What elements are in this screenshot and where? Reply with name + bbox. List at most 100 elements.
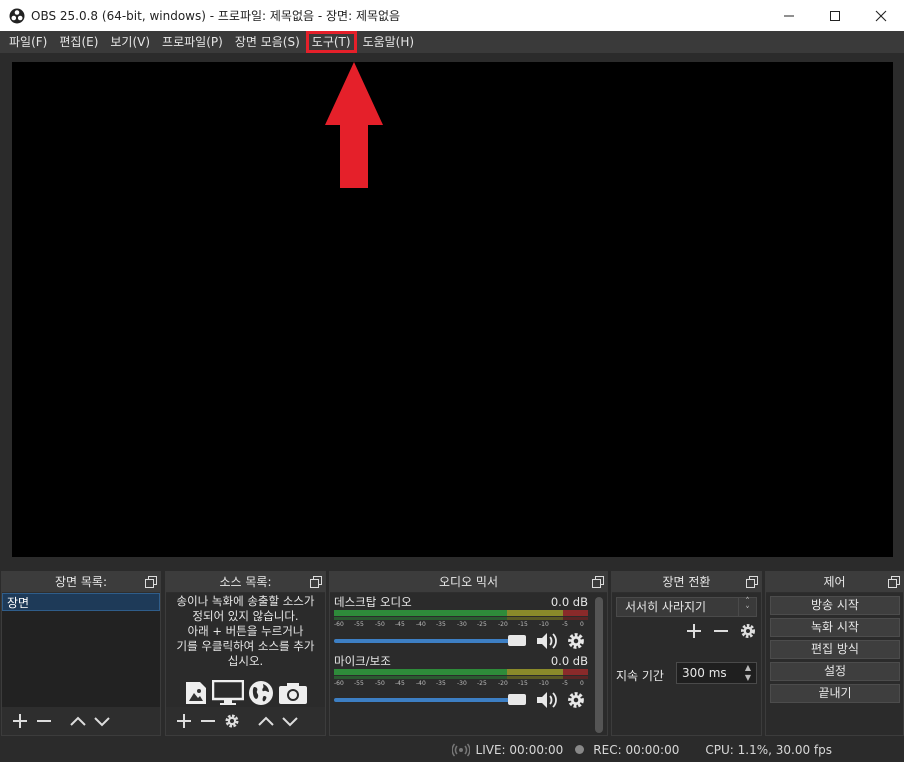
volume-meter [334,610,588,616]
float-dock-icon[interactable] [145,576,157,588]
tick-label: -5 [562,621,568,628]
float-dock-icon[interactable] [888,576,900,588]
volume-slider-handle[interactable] [508,635,526,646]
controls-title: 제어 [823,575,846,589]
float-dock-icon[interactable] [310,576,322,588]
exit-button[interactable]: 끝내기 [770,684,900,703]
menu-tools[interactable]: 도구(T) [305,31,357,53]
title-bar: OBS 25.0.8 (64-bit, windows) - 프로파일: 제목없… [0,0,904,31]
speaker-icon[interactable] [536,632,558,650]
maximize-button[interactable] [812,0,858,31]
channel-name: 마이크/보조 [334,654,391,668]
move-source-up-button[interactable] [254,710,278,732]
scenes-dock: 장면 목록: 장면 [1,571,161,736]
studio-mode-button[interactable]: 편집 방식 [770,640,900,659]
controls-body: 방송 시작 녹화 시작 편집 방식 설정 끝내기 [766,593,903,735]
tick-label: -5 [562,680,568,687]
audio-mixer-title: 오디오 믹서 [438,575,498,589]
menu-bar: 파일(F) 편집(E) 보기(V) 프로파일(P) 장면 모음(S) 도구(T)… [0,31,904,53]
remove-source-button[interactable] [196,710,220,732]
settings-button[interactable]: 설정 [770,662,900,681]
duration-label: 지속 기간 [616,669,664,683]
menu-scene-collection[interactable]: 장면 모음(S) [230,32,305,52]
tick-label: 0 [580,680,584,687]
source-properties-button[interactable] [220,710,244,732]
transitions-body: 서서히 사라지기 ˄ ˅ 지속 기간 300 ms ▲ ▼ [612,593,761,735]
remove-transition-button[interactable] [709,620,733,642]
tick-label: -30 [457,621,467,628]
scenes-dock-header: 장면 목록: [2,572,160,592]
globe-icon [248,681,273,705]
minus-icon [714,630,728,632]
remove-scene-button[interactable] [32,710,56,732]
volume-slider-handle[interactable] [508,694,526,705]
tick-label: -35 [436,680,446,687]
mixer-channel-desktop: 데스크탑 오디오 0.0 dB -60 -55 -50 -45 -40 -35 … [334,595,588,652]
tick-label: -45 [395,680,405,687]
add-transition-button[interactable] [682,620,706,642]
menu-view[interactable]: 보기(V) [105,32,155,52]
move-scene-down-button[interactable] [90,710,114,732]
preview-area [0,53,904,567]
start-recording-button[interactable]: 녹화 시작 [770,618,900,637]
gear-icon [225,714,239,728]
start-streaming-button[interactable]: 방송 시작 [770,596,900,615]
volume-meter [334,669,588,675]
transition-properties-button[interactable] [736,620,760,642]
volume-slider[interactable] [334,635,526,646]
spin-arrows-icon[interactable]: ▲ ▼ [740,663,756,683]
duration-value: 300 ms [682,666,727,680]
tick-label: -60 [334,680,344,687]
tick-label: 0 [580,621,584,628]
hint-line: 정되어 있지 않습니다. [192,609,299,623]
menu-edit[interactable]: 편집(E) [54,32,103,52]
channel-level: 0.0 dB [550,595,588,609]
move-source-down-button[interactable] [278,710,302,732]
rec-timer: REC: 00:00:00 [593,742,680,757]
minus-icon [201,720,215,722]
float-dock-icon[interactable] [592,576,604,588]
gear-icon [741,624,755,638]
chevron-up-icon [70,716,86,726]
move-scene-up-button[interactable] [66,710,90,732]
live-timer: LIVE: 00:00:00 [475,742,564,757]
menu-profile[interactable]: 프로파일(P) [157,32,228,52]
tick-label: -15 [518,621,528,628]
preview-canvas[interactable] [12,62,893,557]
tick-label: -45 [395,621,405,628]
tick-label: -25 [477,680,487,687]
tick-label: -40 [416,621,426,628]
chevron-down-icon [94,717,110,727]
add-scene-button[interactable] [8,710,32,732]
transition-select[interactable]: 서서히 사라지기 ˄ ˅ [616,597,757,617]
minimize-button[interactable] [766,0,812,31]
float-dock-icon[interactable] [746,576,758,588]
gear-icon[interactable] [567,632,585,650]
menu-help[interactable]: 도움말(H) [358,32,420,52]
close-button[interactable] [858,0,904,31]
obs-logo-icon [9,8,25,23]
add-source-button[interactable] [172,710,196,732]
scene-item[interactable]: 장면 [2,593,160,611]
mixer-scrollbar[interactable] [595,597,603,733]
tick-label: -40 [416,680,426,687]
scenes-toolbar [2,707,160,735]
tick-label: -20 [498,680,508,687]
chevron-up-icon [258,716,274,726]
menu-file[interactable]: 파일(F) [4,32,52,52]
camera-icon [278,683,307,704]
gear-icon[interactable] [567,691,585,709]
hint-line: 아래 + 버튼을 누르거나 [187,624,304,638]
tick-label: -55 [354,621,364,628]
duration-input[interactable]: 300 ms ▲ ▼ [676,662,757,684]
updown-arrows-icon: ˄ ˅ [738,598,756,616]
volume-slider[interactable] [334,694,526,705]
image-icon [185,682,206,704]
tick-label: -15 [518,680,528,687]
hint-line: 송이나 녹화에 송출할 소스가 [176,594,315,608]
tick-label: -10 [539,621,549,628]
speaker-icon[interactable] [536,691,558,709]
tick-label: -35 [436,621,446,628]
status-bar: LIVE: 00:00:00 REC: 00:00:00 CPU: 1.1%, … [0,737,904,762]
hint-line: 기를 우클릭하여 소스를 추가 [176,639,315,653]
